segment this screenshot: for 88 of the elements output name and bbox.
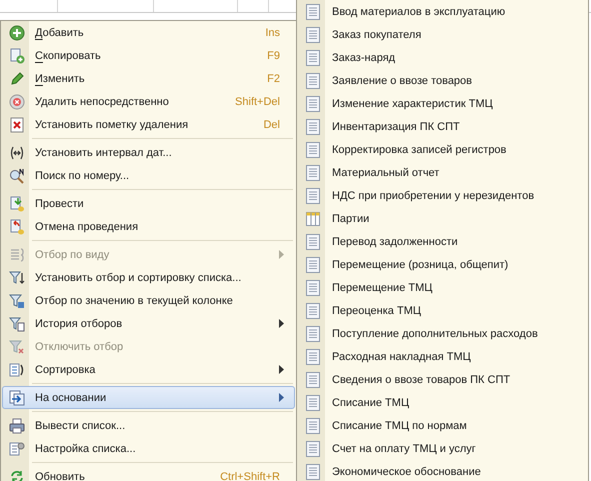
filter-history-icon	[9, 316, 25, 332]
document-icon	[306, 280, 320, 296]
shortcut-label: Shift+Del	[235, 96, 281, 108]
delete-icon	[9, 94, 25, 110]
menu-item[interactable]: Провести	[2, 192, 295, 215]
menu-item[interactable]: Настройка списка...	[2, 437, 295, 460]
based-on-icon	[9, 390, 25, 406]
menu-item[interactable]: Перевод задолженности	[298, 230, 587, 253]
document-icon	[306, 26, 320, 42]
document-icon	[306, 394, 320, 410]
menu-item[interactable]: Корректировка записей регистров	[298, 138, 587, 161]
shortcut-label: F9	[267, 50, 281, 62]
menu-item[interactable]: Ввод материалов в эксплуатацию	[298, 0, 587, 23]
menu-item[interactable]: НДС при приобретении у нерезидентов	[298, 184, 587, 207]
document-icon	[306, 464, 320, 480]
menu-item[interactable]: Обновить Ctrl+Shift+R	[2, 465, 295, 481]
pencil-icon	[9, 70, 25, 86]
document-icon	[306, 50, 320, 66]
undo-icon	[9, 218, 25, 234]
menu-item[interactable]: Переоценка ТМЦ	[298, 299, 587, 322]
menu-item[interactable]: Заказ-наряд	[298, 46, 587, 69]
shortcut-label: Ctrl+Shift+R	[220, 470, 281, 481]
document-icon	[306, 234, 320, 250]
menu-item[interactable]: Изменение характеристик ТМЦ	[298, 92, 587, 115]
menu-item[interactable]: Добавить Ins	[2, 21, 295, 44]
menu-item[interactable]: Партии	[298, 207, 587, 230]
menu-item[interactable]: Инвентаризация ПК СПТ	[298, 115, 587, 138]
document-icon	[306, 118, 320, 134]
document-icon	[306, 188, 320, 204]
document-icon	[306, 4, 320, 20]
sort-icon	[9, 362, 25, 378]
table-icon	[306, 212, 320, 226]
menu-item[interactable]: Отбор по значению в текущей колонке	[2, 289, 295, 312]
document-icon	[306, 142, 320, 158]
menu-item[interactable]: Заказ покупателя	[298, 23, 587, 46]
submenu-arrow-icon	[279, 319, 284, 328]
interval-icon	[9, 144, 25, 160]
menu-item[interactable]: Удалить непосредственно Shift+Del	[2, 90, 295, 113]
shortcut-label: Ins	[265, 26, 281, 38]
filter-off-icon	[9, 338, 25, 354]
menu-item[interactable]: Экономическое обоснование	[298, 460, 587, 481]
menu-item[interactable]: Перемещение (розница, общепит)	[298, 253, 587, 276]
shortcut-label: Del	[263, 118, 281, 130]
menu-item[interactable]: Установить отбор и сортировку списка...	[2, 266, 295, 289]
menu-item[interactable]: Счет на оплату ТМЦ и услуг	[298, 437, 587, 460]
menu-item[interactable]: Материальный отчет	[298, 161, 587, 184]
menu-item[interactable]: Установить интервал дат...	[2, 141, 295, 164]
menu-item[interactable]: Списание ТМЦ по нормам	[298, 414, 587, 437]
submenu-arrow-icon	[279, 393, 284, 402]
menu-item[interactable]: Вывести список...	[2, 414, 295, 437]
printer-icon	[9, 418, 25, 434]
menu-item[interactable]: История отборов	[2, 312, 295, 335]
menu-item[interactable]: Списание ТМЦ	[298, 391, 587, 414]
document-icon	[306, 96, 320, 112]
menu-item[interactable]: Установить пометку удаления Del	[2, 113, 295, 136]
document-icon	[306, 418, 320, 434]
cross-icon	[9, 116, 25, 132]
submenu-arrow-icon	[279, 365, 284, 374]
document-icon	[306, 326, 320, 342]
document-icon	[306, 164, 320, 180]
menu-item[interactable]: Расходная накладная ТМЦ	[298, 345, 587, 368]
settings-icon	[9, 440, 25, 456]
menu-item[interactable]: Отмена проведения	[2, 215, 295, 238]
menu-item[interactable]: Заявление о ввозе товаров	[298, 69, 587, 92]
post-icon	[9, 196, 25, 212]
plus-icon	[9, 24, 25, 40]
refresh-icon	[9, 468, 25, 481]
filter-sort-icon	[9, 270, 25, 286]
document-icon	[306, 72, 320, 88]
submenu-arrow-icon	[279, 250, 284, 259]
document-icon	[306, 302, 320, 318]
shortcut-label: F2	[267, 72, 281, 84]
menu-item[interactable]: Перемещение ТМЦ	[298, 276, 587, 299]
search-icon	[9, 168, 25, 184]
menu-item[interactable]: Сведения о ввозе товаров ПК СПТ	[298, 368, 587, 391]
menu-item[interactable]: Сортировка	[2, 358, 295, 381]
filter-list-icon	[9, 246, 25, 262]
filter-icon	[9, 292, 25, 308]
menu-item[interactable]: Поступление дополнительных расходов	[298, 322, 587, 345]
menu-item[interactable]: Скопировать F9	[2, 44, 295, 67]
copy-icon	[9, 48, 25, 64]
document-icon	[306, 372, 320, 388]
menu-item[interactable]: Изменить F2	[2, 67, 295, 90]
document-icon	[306, 348, 320, 364]
menu-item[interactable]: На основании	[2, 386, 295, 409]
document-icon	[306, 256, 320, 272]
menu-item[interactable]: Поиск по номеру...	[2, 164, 295, 187]
document-icon	[306, 440, 320, 456]
